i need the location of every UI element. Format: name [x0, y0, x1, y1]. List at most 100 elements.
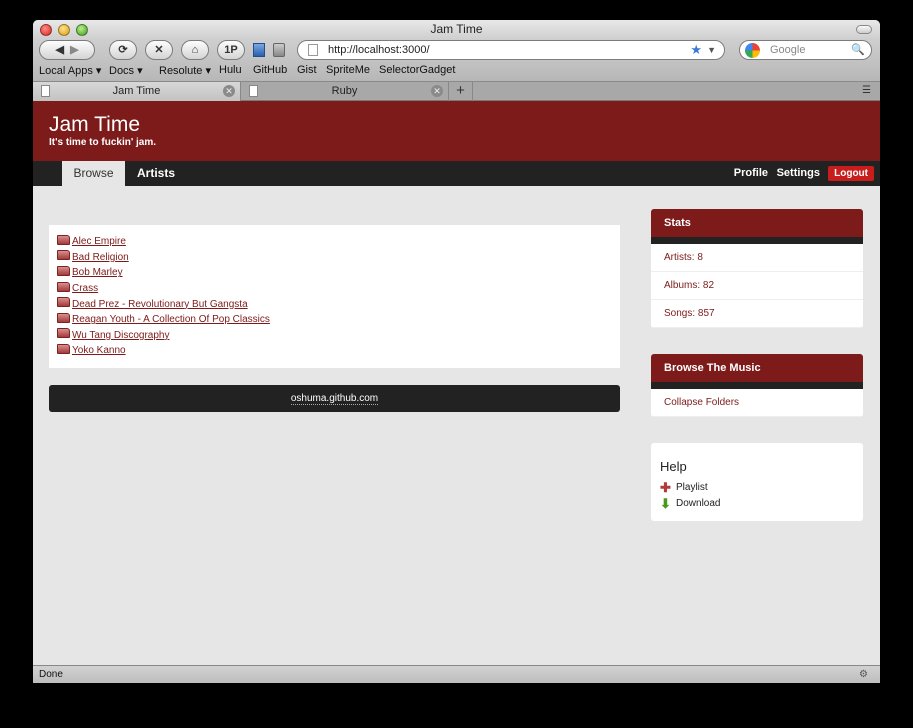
page-icon — [249, 85, 258, 97]
forward-arrow-icon[interactable]: ▶ — [70, 44, 78, 56]
list-item: Wu Tang Discography — [57, 328, 612, 344]
stat-artists: Artists: 8 — [651, 244, 863, 272]
collapse-folders-link[interactable]: Collapse Folders — [651, 389, 863, 417]
folder-icon — [57, 265, 70, 276]
stats-box: Stats Artists: 8 Albums: 82 Songs: 857 — [651, 209, 863, 328]
site-nav: Browse Artists Profile Settings Logout — [33, 161, 880, 186]
logout-button[interactable]: Logout — [828, 166, 874, 181]
list-item: Crass — [57, 281, 612, 297]
bookmark-local-apps[interactable]: Local Apps ▾ — [39, 64, 101, 77]
folder-icon — [57, 234, 70, 245]
stop-button[interactable]: ✕ — [145, 40, 173, 60]
tab-artists[interactable]: Artists — [137, 161, 175, 186]
profile-link[interactable]: Profile — [734, 161, 768, 186]
tab-list-icon[interactable]: ☰ — [862, 86, 874, 96]
help-label: Playlist — [676, 482, 708, 494]
help-label: Download — [676, 497, 721, 509]
home-button[interactable]: ⌂ — [181, 40, 209, 60]
star-icon[interactable]: ★ — [690, 41, 702, 59]
close-tab-icon[interactable]: ✕ — [223, 85, 235, 97]
settings-link[interactable]: Settings — [777, 161, 820, 186]
folder-list: Alec Empire Bad Religion Bob Marley Cras… — [49, 225, 620, 368]
resize-grip-icon[interactable]: ⚙ — [859, 666, 868, 683]
list-item: Bob Marley — [57, 265, 612, 281]
close-tab-icon[interactable]: ✕ — [431, 85, 443, 97]
bookmark-resolute[interactable]: Resolute ▾ — [159, 64, 211, 77]
page-viewport: Jam Time It's time to fuckin' jam. Brows… — [33, 101, 880, 665]
search-icon[interactable]: 🔍 — [851, 41, 865, 59]
folder-icon — [57, 312, 70, 323]
stat-albums: Albums: 82 — [651, 272, 863, 300]
tab-label: Ruby — [331, 85, 358, 97]
plus-icon: ✚ — [660, 480, 671, 496]
reload-button[interactable]: ⟳ — [109, 40, 137, 60]
new-tab-button[interactable]: + — [449, 82, 473, 101]
tab-label: Jam Time — [112, 85, 161, 97]
minimize-window-button[interactable] — [58, 24, 70, 36]
status-bar: Done ⚙ — [33, 665, 880, 683]
page-icon — [308, 44, 318, 56]
browser-toolbar: ◀ ▶ ⟳ ✕ ⌂ 1P http://localhost:3000/ ★ ▼ … — [33, 39, 880, 81]
folder-link[interactable]: Dead Prez - Revolutionary But Gangsta — [72, 299, 248, 310]
folder-icon — [57, 328, 70, 339]
bookmark-docs[interactable]: Docs ▾ — [109, 64, 143, 77]
reload-icon: ⟳ — [118, 44, 128, 56]
close-window-button[interactable] — [40, 24, 52, 36]
search-field[interactable]: Google 🔍 — [739, 40, 872, 60]
folder-link[interactable]: Reagan Youth - A Collection Of Pop Class… — [72, 314, 270, 325]
home-icon: ⌂ — [191, 44, 199, 56]
tab-jam-time[interactable]: Jam Time ✕ — [33, 82, 241, 101]
tab-browse[interactable]: Browse — [62, 161, 125, 186]
bookmark-extension-icon[interactable] — [253, 43, 265, 57]
site-title[interactable]: Jam Time — [49, 113, 864, 137]
lock-extension-icon[interactable] — [273, 43, 285, 57]
title-bar: Jam Time — [33, 20, 880, 39]
chevron-down-icon[interactable]: ▼ — [707, 41, 716, 59]
help-item-playlist: ✚ Playlist — [651, 480, 863, 496]
google-icon[interactable] — [745, 43, 760, 58]
zoom-window-button[interactable] — [76, 24, 88, 36]
page-icon — [41, 85, 50, 97]
browser-window: Jam Time ◀ ▶ ⟳ ✕ ⌂ 1P http://localhost:3… — [33, 20, 880, 683]
list-item: Yoko Kanno — [57, 343, 612, 359]
stop-icon: ✕ — [154, 44, 164, 56]
window-title: Jam Time — [430, 22, 483, 36]
back-forward-buttons[interactable]: ◀ ▶ — [39, 40, 95, 60]
bookmark-hulu[interactable]: Hulu — [219, 64, 242, 76]
download-arrow-icon: ⬇ — [660, 495, 671, 511]
folder-link[interactable]: Alec Empire — [72, 236, 126, 247]
bookmarks-bar: Local Apps ▾ Docs ▾ Resolute ▾ Hulu GitH… — [33, 62, 880, 80]
help-title: Help — [660, 459, 687, 474]
folder-icon — [57, 250, 70, 261]
toolbar-toggle-button[interactable] — [856, 25, 872, 34]
folder-icon — [57, 343, 70, 354]
help-item-download: ⬇ Download — [651, 496, 863, 512]
status-text: Done — [39, 669, 63, 680]
tab-ruby[interactable]: Ruby ✕ — [241, 82, 449, 101]
tab-bar: Jam Time ✕ Ruby ✕ + ☰ — [33, 81, 880, 101]
browse-music-box: Browse The Music Collapse Folders — [651, 354, 863, 417]
onepassword-button[interactable]: 1P — [217, 40, 245, 60]
url-bar[interactable]: http://localhost:3000/ ★ ▼ — [297, 40, 725, 60]
folder-link[interactable]: Crass — [72, 283, 98, 294]
folder-link[interactable]: Bad Religion — [72, 252, 129, 263]
back-arrow-icon[interactable]: ◀ — [55, 44, 63, 56]
site-tagline: It's time to fuckin' jam. — [49, 137, 156, 148]
site-header: Jam Time It's time to fuckin' jam. — [33, 101, 880, 161]
bookmark-spriteme[interactable]: SpriteMe — [326, 64, 370, 76]
bookmark-github[interactable]: GitHub — [253, 64, 287, 76]
folder-link[interactable]: Yoko Kanno — [72, 345, 126, 356]
help-box: Help ✚ Playlist ⬇ Download — [651, 443, 863, 521]
search-placeholder: Google — [770, 44, 806, 56]
stat-songs: Songs: 857 — [651, 300, 863, 328]
list-item: Alec Empire — [57, 234, 612, 250]
folder-link[interactable]: Wu Tang Discography — [72, 330, 169, 341]
bookmark-gist[interactable]: Gist — [297, 64, 317, 76]
footer-link[interactable]: oshuma.github.com — [290, 393, 379, 405]
bookmark-selectorgadget[interactable]: SelectorGadget — [379, 64, 455, 76]
list-item: Bad Religion — [57, 250, 612, 266]
browse-music-title: Browse The Music — [651, 354, 863, 389]
list-item: Dead Prez - Revolutionary But Gangsta — [57, 296, 612, 312]
url-text: http://localhost:3000/ — [328, 44, 430, 56]
folder-link[interactable]: Bob Marley — [72, 267, 123, 278]
